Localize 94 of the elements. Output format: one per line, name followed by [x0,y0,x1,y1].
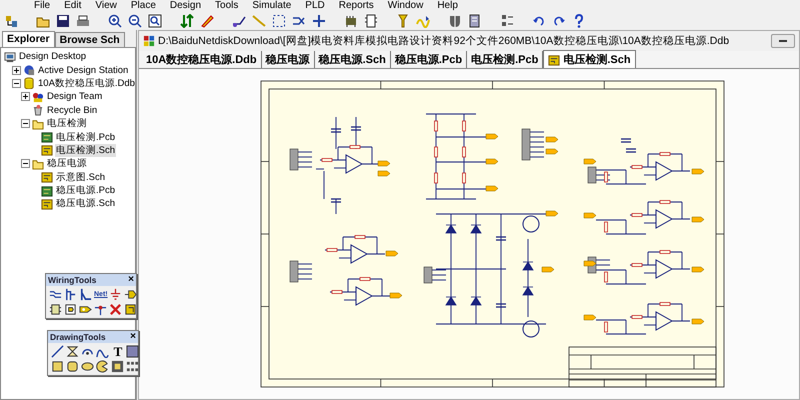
wire-icon[interactable] [232,14,246,28]
save-icon[interactable] [56,14,70,28]
arrows-icon[interactable] [180,14,194,28]
close-button[interactable]: × [130,332,136,342]
palette-title: WiringTools [48,275,96,285]
bus-icon[interactable] [64,288,77,301]
tree-item[interactable]: Design Team [46,91,104,102]
document-tab[interactable]: 电压检测.Sch [543,50,636,68]
pencil-icon[interactable] [200,14,214,28]
wire-icon[interactable] [49,288,62,301]
ground-icon[interactable] [109,288,122,301]
help-icon[interactable] [572,14,586,28]
document-icon [41,144,53,156]
chip-icon[interactable] [344,14,358,28]
printer-icon[interactable] [76,14,90,28]
menu-item[interactable]: Edit [64,0,82,12]
document-tab[interactable]: 稳压电源 [262,51,315,68]
no-erc-icon[interactable] [109,303,122,316]
round-rectangle-icon[interactable] [66,360,79,373]
tree-item[interactable]: Active Design Station [37,64,130,76]
wave-icon[interactable] [416,14,430,28]
expand-toggle[interactable] [21,159,30,168]
database-icon [143,35,155,47]
tree-item[interactable]: 电压检测.Sch [55,144,116,157]
folder-icon [32,118,44,130]
close-button[interactable]: × [128,275,134,285]
expand-toggle[interactable] [21,92,30,102]
tree-item[interactable]: 电压检测 [46,117,88,130]
window-title: D:\BaiduNetdiskDownload\[网盘]模电资料库模拟电路设计资料92个文件260MB\10A数控稳压电源\10A数控稳压电源.Ddb [158,34,730,48]
document-icon [41,171,53,184]
station-icon [23,64,35,76]
expand-toggle[interactable] [12,66,21,75]
database-icon [23,77,35,90]
power-port-icon[interactable] [124,288,137,301]
frame-icon[interactable] [111,360,124,373]
component-icon[interactable] [364,14,378,28]
menu-item[interactable]: Design [170,0,202,12]
polygon-icon[interactable] [66,345,79,358]
panel-tab[interactable]: Browse Sch [54,32,125,47]
menu-item[interactable]: Simulate [252,0,292,12]
menu-item[interactable]: Place [130,0,156,12]
zoom-fit-icon[interactable] [148,14,162,28]
zoom-in-icon[interactable] [108,14,122,28]
expand-toggle[interactable] [21,119,30,128]
menu-item[interactable]: Reports [338,0,374,12]
junction-icon[interactable] [94,303,107,316]
redo-icon[interactable] [552,14,566,28]
sheet-symbol-icon[interactable] [49,303,62,316]
tree-item[interactable]: 电压检测.Pcb [55,130,116,144]
recycle-icon [32,104,44,116]
palette-title: DrawingTools [50,332,106,342]
pie-icon[interactable] [96,360,109,373]
rectangle-icon[interactable] [51,360,64,373]
tree-item[interactable]: Design Desktop [18,51,88,62]
line-icon[interactable] [51,345,64,358]
document-icon [41,184,53,197]
image-icon[interactable] [126,345,139,358]
document-icon [41,198,53,210]
undo-icon[interactable] [532,14,546,28]
project-icon[interactable] [4,14,18,28]
menu-item[interactable]: Window [388,0,424,12]
document-icon [41,131,53,144]
zoom-out-icon[interactable] [128,14,142,28]
minimize-button[interactable] [771,34,795,48]
select-icon[interactable] [272,14,286,28]
menu-item[interactable]: View [95,0,117,12]
menu-item[interactable]: Tools [215,0,238,12]
menu-item[interactable]: PLD [305,0,325,12]
ellipse-icon[interactable] [81,360,94,373]
crosshair-icon[interactable] [312,14,326,28]
tree-item[interactable]: 10A数控稳压电源.Ddb [37,76,136,90]
tree-item[interactable]: 稳压电源.Pcb [55,184,116,198]
bus-entry-icon[interactable] [79,288,92,301]
text-tool[interactable]: T [111,345,125,358]
menu-item[interactable]: File [34,0,50,12]
document-tab[interactable]: 10A数控稳压电源.Ddb [142,51,262,68]
panel-tab[interactable]: Explorer [2,31,55,47]
document-tab[interactable]: 稳压电源.Sch [314,51,391,68]
expand-toggle[interactable] [12,78,21,88]
menu-item[interactable]: Help [437,0,458,12]
array-icon[interactable] [126,360,139,373]
list-icon[interactable] [500,14,514,28]
part-icon[interactable] [124,303,137,316]
sheet-entry-icon[interactable] [64,303,77,316]
library-icon[interactable] [468,14,482,28]
desktop-icon [4,50,16,63]
tree-item[interactable]: 稳压电源.Sch [55,197,116,210]
tree-item[interactable]: 稳压电源 [46,157,88,170]
document-icon [548,54,560,66]
document-tab[interactable]: 稳压电源.Pcb [390,51,468,68]
tree-item[interactable]: 示意图.Sch [55,170,106,184]
folder-icon [32,158,44,170]
team-icon [32,90,44,103]
tree-item[interactable]: Recycle Bin [46,104,98,116]
